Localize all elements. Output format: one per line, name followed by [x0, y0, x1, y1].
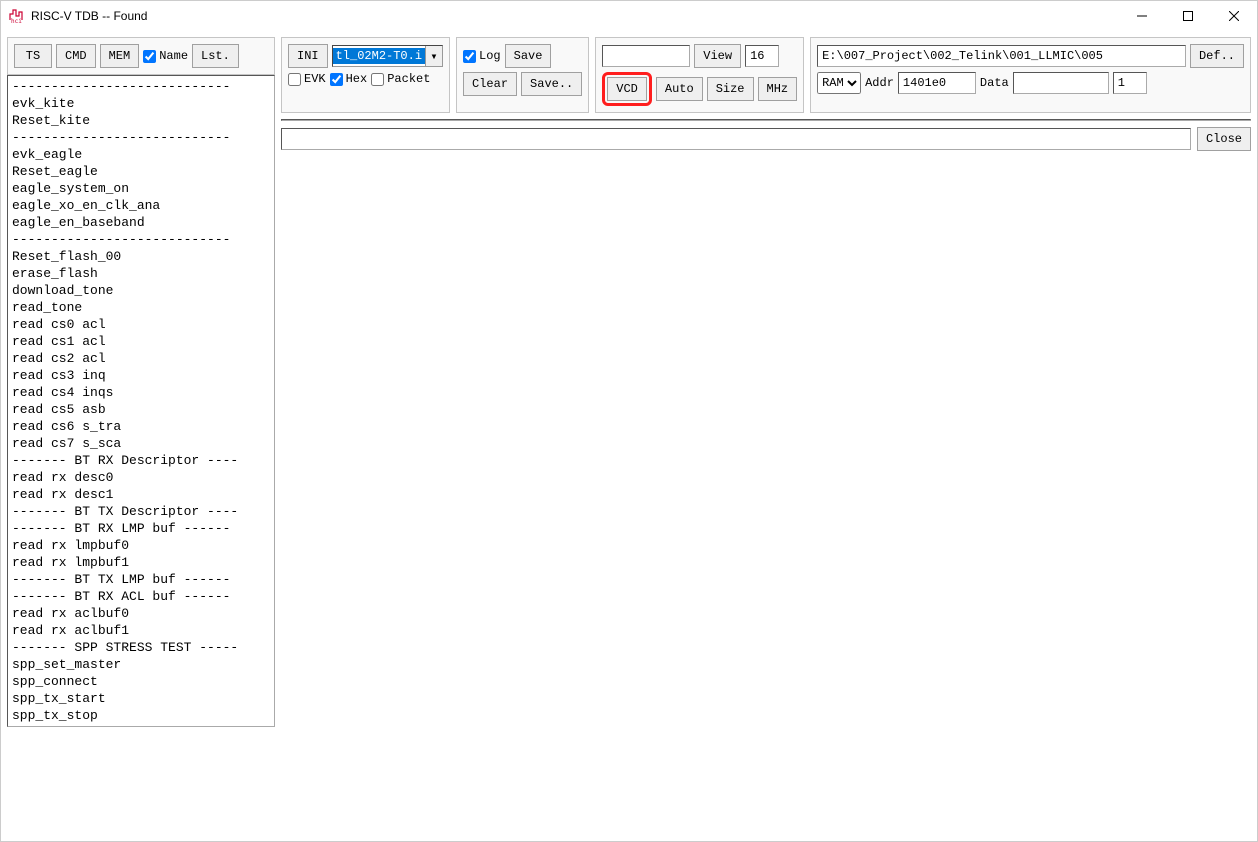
evk-checkbox-label: EVK	[304, 72, 326, 86]
packet-checkbox-label: Packet	[387, 72, 430, 86]
packet-checkbox[interactable]: Packet	[371, 72, 430, 86]
maximize-button[interactable]	[1165, 1, 1211, 31]
cmd-button[interactable]: CMD	[56, 44, 96, 68]
app-window: hci RISC-V TDB -- Found TS CMD MEM Name	[0, 0, 1258, 842]
close-button[interactable]: Close	[1197, 127, 1251, 151]
size-button[interactable]: Size	[707, 77, 754, 101]
auto-button[interactable]: Auto	[656, 77, 703, 101]
ram-select[interactable]: RAM	[817, 72, 861, 94]
name-checkbox[interactable]: Name	[143, 49, 188, 63]
addr-group: Def.. RAM Addr Data	[810, 37, 1251, 113]
path-input[interactable]	[817, 45, 1186, 67]
log-checkbox-label: Log	[479, 49, 501, 63]
clear-button[interactable]: Clear	[463, 72, 517, 96]
horizontal-scrollbar[interactable]	[282, 119, 1233, 120]
addr-label: Addr	[865, 76, 894, 90]
window-controls	[1119, 1, 1257, 31]
bottom-bar: Close	[281, 121, 1251, 151]
top-toolbar: TS CMD MEM Name Lst. -------------------…	[7, 37, 1251, 727]
hex-checkbox-input[interactable]	[330, 73, 343, 86]
save-button[interactable]: Save	[505, 44, 552, 68]
hex-checkbox[interactable]: Hex	[330, 72, 368, 86]
chevron-down-icon[interactable]: ▾	[425, 46, 442, 66]
minimize-button[interactable]	[1119, 1, 1165, 31]
name-checkbox-label: Name	[159, 49, 188, 63]
vcd-highlight: VCD	[602, 72, 652, 106]
window-title: RISC-V TDB -- Found	[31, 9, 147, 23]
vcd-button[interactable]: VCD	[607, 77, 647, 101]
log-checkbox-input[interactable]	[463, 50, 476, 63]
ini-combo-selected: tl_02M2-T0.i	[333, 48, 425, 64]
left-column: TS CMD MEM Name Lst. -------------------…	[7, 37, 275, 727]
left-button-group: TS CMD MEM Name Lst.	[7, 37, 275, 75]
count-input[interactable]	[1113, 72, 1147, 94]
close-window-button[interactable]	[1211, 1, 1257, 31]
evk-checkbox-input[interactable]	[288, 73, 301, 86]
right-column: INI tl_02M2-T0.i ▾ EVK Hex Packet	[281, 37, 1251, 151]
ts-button[interactable]: TS	[14, 44, 52, 68]
view-button[interactable]: View	[694, 44, 741, 68]
log-checkbox[interactable]: Log	[463, 49, 501, 63]
lst-button[interactable]: Lst.	[192, 44, 239, 68]
view-group: View VCD Auto Size MHz	[595, 37, 804, 113]
mem-button[interactable]: MEM	[100, 44, 140, 68]
addr-input[interactable]	[898, 72, 976, 94]
packet-checkbox-input[interactable]	[371, 73, 384, 86]
view-value-input[interactable]	[745, 45, 779, 67]
save-as-button[interactable]: Save..	[521, 72, 582, 96]
app-icon: hci	[9, 8, 25, 24]
client-area: TS CMD MEM Name Lst. -------------------…	[1, 31, 1257, 841]
def-button[interactable]: Def..	[1190, 44, 1244, 68]
command-input[interactable]	[281, 128, 1191, 150]
view-input-blank[interactable]	[602, 45, 690, 67]
svg-text:hci: hci	[11, 18, 22, 24]
data-label: Data	[980, 76, 1009, 90]
ini-combo[interactable]: tl_02M2-T0.i ▾	[332, 45, 443, 67]
titlebar: hci RISC-V TDB -- Found	[1, 1, 1257, 31]
hex-checkbox-label: Hex	[346, 72, 368, 86]
log-group: Log Save Clear Save..	[456, 37, 589, 113]
command-list[interactable]: ---------------------------- evk_kite Re…	[7, 75, 275, 727]
mhz-button[interactable]: MHz	[758, 77, 798, 101]
main-canvas[interactable]	[281, 119, 1251, 121]
evk-checkbox[interactable]: EVK	[288, 72, 326, 86]
ini-button[interactable]: INI	[288, 44, 328, 68]
data-input[interactable]	[1013, 72, 1109, 94]
name-checkbox-input[interactable]	[143, 50, 156, 63]
ini-group: INI tl_02M2-T0.i ▾ EVK Hex Packet	[281, 37, 450, 113]
